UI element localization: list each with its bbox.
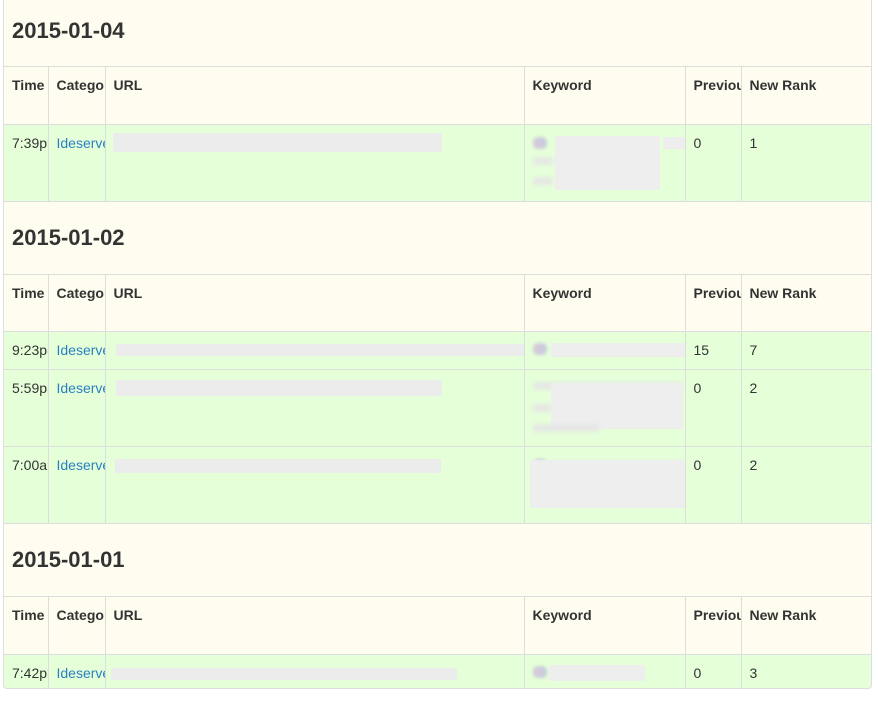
date-group: 2015-01-02 Time Category URL Keyword Pre…: [4, 202, 871, 524]
date-group: 2015-01-01 Time Category URL Keyword Pre…: [4, 524, 871, 688]
column-header-category: Category: [48, 597, 106, 655]
table-row: 7:39pm Ideserve 0 1: [4, 124, 871, 202]
category-link[interactable]: Ideserve: [57, 457, 105, 473]
category-link[interactable]: Ideserve: [57, 665, 105, 681]
previous-rank-cell: 0: [685, 124, 742, 202]
date-heading: 2015-01-01: [4, 524, 871, 597]
category-cell: Ideserve: [48, 124, 106, 202]
new-rank-cell: 7: [741, 331, 871, 370]
column-header-previous: Previous: [685, 67, 742, 125]
redacted-keyword: [532, 404, 551, 412]
new-rank-cell: 1: [741, 124, 871, 202]
table-row: 7:42pm Ideserve 0 3: [4, 654, 871, 688]
rank-table: Time Category URL Keyword Previous New R…: [4, 274, 871, 524]
category-cell: Ideserve: [48, 331, 106, 370]
redacted-url: [115, 380, 442, 396]
column-header-time: Time: [4, 597, 49, 655]
redacted-url: [110, 667, 457, 680]
table-header-row: Time Category URL Keyword Previous New R…: [4, 274, 871, 332]
column-header-time: Time: [4, 274, 49, 332]
column-header-url: URL: [105, 67, 525, 125]
category-link[interactable]: Ideserve: [57, 380, 105, 396]
date-heading: 2015-01-04: [4, 0, 871, 67]
column-header-new-rank: New Rank: [741, 67, 871, 125]
redacted-icon: [532, 665, 547, 678]
new-rank-cell: 2: [741, 446, 871, 524]
redacted-url: [115, 344, 523, 356]
category-cell: Ideserve: [48, 369, 106, 447]
redacted-keyword: [550, 343, 684, 357]
category-cell: Ideserve: [48, 654, 106, 688]
category-cell: Ideserve: [48, 446, 106, 524]
previous-rank-cell: 15: [685, 331, 742, 370]
time-cell: 7:39pm: [4, 124, 49, 202]
redacted-url: [112, 132, 442, 152]
column-header-new-rank: New Rank: [741, 597, 871, 655]
date-group: 2015-01-04 Time Category URL Keyword Pre…: [4, 0, 871, 202]
redacted-url: [114, 459, 441, 473]
keyword-cell: [524, 654, 686, 688]
table-row: 5:59pm Ideserve 0 2: [4, 369, 871, 447]
column-header-category: Category: [48, 67, 106, 125]
previous-rank-cell: 0: [685, 369, 742, 447]
column-header-keyword: Keyword: [524, 67, 686, 125]
redacted-keyword: [532, 424, 599, 432]
new-rank-cell: 2: [741, 369, 871, 447]
column-header-new-rank: New Rank: [741, 274, 871, 332]
date-heading: 2015-01-02: [4, 202, 871, 275]
url-cell: [105, 331, 525, 370]
redacted-keyword: [532, 176, 553, 185]
redacted-keyword: [554, 135, 660, 190]
column-header-url: URL: [105, 274, 525, 332]
rank-table: Time Category URL Keyword Previous New R…: [4, 67, 871, 202]
time-cell: 9:23pm: [4, 331, 49, 370]
column-header-category: Category: [48, 274, 106, 332]
url-cell: [105, 654, 525, 688]
redacted-keyword: [532, 156, 553, 165]
time-cell: 5:59pm: [4, 369, 49, 447]
table-header-row: Time Category URL Keyword Previous New R…: [4, 597, 871, 655]
column-header-keyword: Keyword: [524, 597, 686, 655]
category-link[interactable]: Ideserve: [57, 342, 105, 358]
redacted-keyword: [529, 460, 684, 508]
time-cell: 7:42pm: [4, 654, 49, 688]
redacted-keyword: [662, 136, 684, 149]
new-rank-cell: 3: [741, 654, 871, 688]
redacted-keyword: [548, 664, 645, 681]
url-cell: [105, 369, 525, 447]
column-header-url: URL: [105, 597, 525, 655]
redacted-keyword: [550, 383, 683, 429]
column-header-previous: Previous: [685, 274, 742, 332]
rank-table: Time Category URL Keyword Previous New R…: [4, 597, 871, 688]
url-cell: [105, 124, 525, 202]
url-cell: [105, 446, 525, 524]
previous-rank-cell: 0: [685, 654, 742, 688]
category-link[interactable]: Ideserve: [57, 135, 105, 151]
table-row: 9:23pm Ideserve 15 7: [4, 331, 871, 370]
keyword-cell: [524, 446, 686, 524]
time-cell: 7:00am: [4, 446, 49, 524]
table-row: 7:00am Ideserve 0 2: [4, 446, 871, 524]
table-header-row: Time Category URL Keyword Previous New R…: [4, 67, 871, 125]
column-header-keyword: Keyword: [524, 274, 686, 332]
keyword-cell: [524, 124, 686, 202]
redacted-icon: [532, 343, 547, 355]
previous-rank-cell: 0: [685, 446, 742, 524]
column-header-time: Time: [4, 67, 49, 125]
rank-history-panel: 2015-01-04 Time Category URL Keyword Pre…: [3, 0, 872, 689]
keyword-cell: [524, 331, 686, 370]
keyword-cell: [524, 369, 686, 447]
column-header-previous: Previous: [685, 597, 742, 655]
redacted-icon: [532, 136, 547, 149]
